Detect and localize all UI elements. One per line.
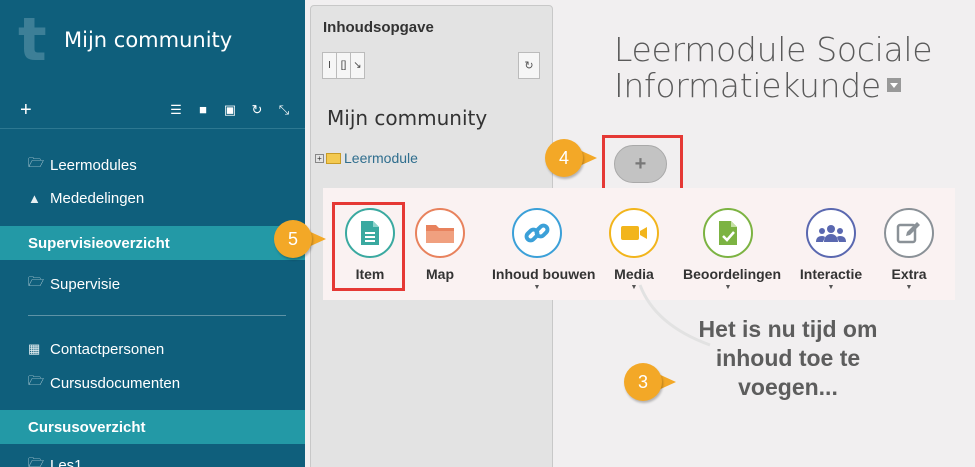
sidebar-item-label: Supervisie [50, 275, 121, 293]
edit-icon [884, 208, 934, 258]
expand-button[interactable]: [] [336, 52, 351, 79]
toc-community-title: Mijn community [327, 106, 488, 130]
page-title-line1: Leermodule Sociale [614, 30, 933, 69]
contact-card-icon: ▦ [28, 341, 41, 356]
sidebar-item-label: Cursusdocumenten [50, 374, 181, 392]
expand-icon[interactable]: ⤡ [277, 102, 291, 118]
content-type-interactie[interactable]: Interactie ▼ [786, 208, 876, 291]
logo: t [18, 5, 47, 75]
tree-item-leermodule[interactable]: + Leermodule [315, 150, 418, 166]
add-icon[interactable]: + [20, 97, 32, 123]
section-cursusoverzicht[interactable]: Cursusoverzicht [0, 410, 305, 444]
content-type-extra[interactable]: Extra ▼ [864, 208, 954, 291]
dropdown-icon: ▼ [533, 284, 541, 291]
content-type-media[interactable]: Media ▼ [589, 208, 679, 291]
move-button[interactable]: ↘ [350, 52, 365, 79]
item-highlight [332, 202, 405, 291]
content-type-label: Inhoud bouwen [492, 266, 596, 282]
megaphone-icon: ▲ [28, 190, 41, 206]
divider [0, 128, 305, 129]
folder-open-icon: 🗁 [28, 373, 45, 388]
page-title-line2: Informatiekunde [614, 66, 881, 105]
sidebar-item-label: Leermodules [50, 156, 137, 174]
sidebar-item-mededelingen[interactable]: ▲ Mededelingen [28, 185, 144, 211]
toc-view-buttons: I [] ↘ [322, 52, 365, 79]
sidebar-item-label: Mededelingen [50, 189, 145, 207]
tree-item-label: Leermodule [344, 150, 418, 166]
folders-icon[interactable]: ▣ [223, 102, 237, 118]
video-camera-icon [609, 208, 659, 258]
collapse-all-button[interactable]: I [322, 52, 337, 79]
refresh-icon[interactable]: ↻ [250, 102, 264, 118]
community-title[interactable]: Mijn community [64, 28, 232, 52]
content-type-label: Extra [891, 266, 927, 282]
tree-expand-icon[interactable]: + [315, 153, 324, 163]
folder-icon [326, 152, 341, 164]
marker-4: 4 [545, 139, 597, 177]
sidebar: t Mijn community + ☰ ■ ▣ ↻ ⤡ 🗁 Leermodul… [0, 0, 305, 467]
marker-3: 3 [624, 363, 676, 401]
checked-document-icon [703, 208, 753, 258]
users-icon [806, 208, 856, 258]
sidebar-item-cursusdocumenten[interactable]: 🗁 Cursusdocumenten [28, 370, 180, 396]
refresh-icon: ↻ [524, 60, 534, 72]
folder-open-icon: 🗁 [28, 155, 45, 170]
dropdown-icon: ▼ [905, 284, 913, 291]
content-type-inhoud-bouwen[interactable]: Inhoud bouwen ▼ [492, 208, 596, 291]
sidebar-item-label: Les1 [50, 456, 83, 467]
folder-open-icon: 🗁 [28, 274, 45, 289]
toc-title: Inhoudsopgave [323, 19, 434, 36]
section-supervisieoverzicht[interactable]: Supervisieoverzicht [0, 226, 305, 260]
add-content-button[interactable]: + [614, 145, 667, 183]
content-type-beoordelingen[interactable]: Beoordelingen ▼ [683, 208, 781, 291]
sidebar-item-leermodules[interactable]: 🗁 Leermodules [28, 152, 137, 178]
folder-open-icon: 🗁 [28, 455, 45, 467]
folder-icon [415, 208, 465, 258]
title-menu-icon[interactable] [886, 77, 901, 92]
sidebar-item-label: Contactpersonen [50, 340, 165, 358]
sidebar-item-les1[interactable]: 🗁 Les1 [28, 452, 83, 467]
content-type-label: Map [426, 266, 454, 282]
content-type-label: Interactie [799, 266, 863, 282]
toc-refresh-button[interactable]: ↻ [518, 52, 540, 79]
help-text: Het is nu tijd om inhoud toe te voegen..… [698, 316, 878, 400]
content-type-map[interactable]: Map [395, 208, 485, 282]
folder-icon[interactable]: ■ [196, 102, 210, 118]
marker-5: 5 [274, 220, 326, 258]
list-icon[interactable]: ☰ [169, 102, 183, 118]
sidebar-item-contactpersonen[interactable]: ▦ Contactpersonen [28, 336, 164, 362]
link-icon [512, 208, 562, 258]
divider [28, 315, 286, 316]
sidebar-item-supervisie[interactable]: 🗁 Supervisie [28, 271, 120, 297]
page-title: Leermodule Sociale Informatiekunde [614, 30, 933, 105]
dropdown-icon: ▼ [827, 284, 835, 291]
sidebar-toolbar: + ☰ ■ ▣ ↻ ⤡ [0, 97, 305, 125]
